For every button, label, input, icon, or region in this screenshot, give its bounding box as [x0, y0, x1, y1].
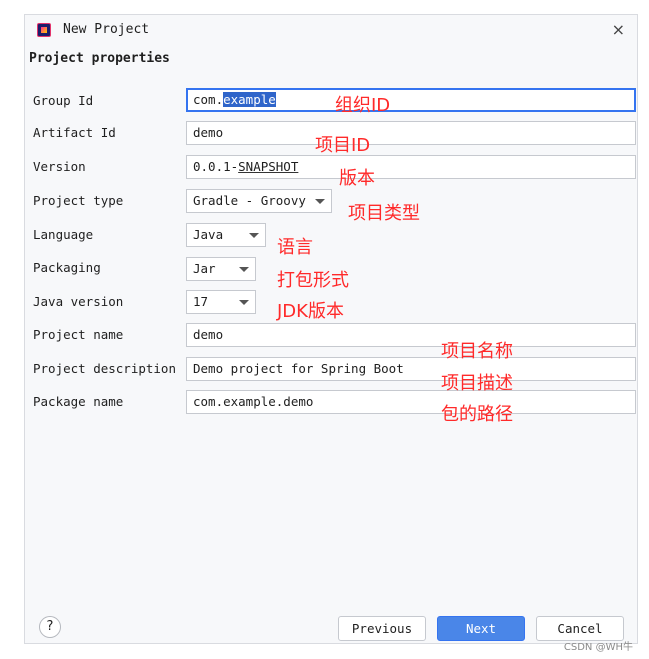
- section-title: Project properties: [29, 51, 170, 66]
- annotation-language: 语言: [277, 237, 313, 258]
- project-type-dropdown[interactable]: Gradle - Groovy: [186, 189, 332, 213]
- artifact-id-input[interactable]: demo: [186, 121, 636, 145]
- close-icon[interactable]: ×: [612, 20, 625, 39]
- project-type-value: Gradle - Groovy: [193, 193, 306, 208]
- group-id-selected-text: example: [223, 92, 276, 107]
- help-icon[interactable]: ?: [39, 616, 61, 638]
- packaging-dropdown[interactable]: Jar: [186, 257, 256, 281]
- annotation-project-description: 项目描述: [441, 373, 513, 394]
- java-version-value: 17: [193, 294, 209, 309]
- annotation-java-version: JDK版本: [277, 301, 344, 322]
- version-label: Version: [33, 159, 86, 174]
- group-id-label: Group Id: [33, 93, 94, 108]
- project-type-label: Project type: [33, 193, 124, 208]
- group-id-value-prefix: com.: [193, 92, 224, 107]
- chevron-down-icon: [239, 300, 249, 305]
- next-button[interactable]: Next: [437, 616, 525, 641]
- java-version-label: Java version: [33, 294, 124, 309]
- intellij-app-icon: [37, 23, 51, 37]
- title-bar: New Project ×: [25, 15, 637, 45]
- annotation-packaging: 打包形式: [277, 270, 349, 291]
- annotation-artifact-id: 项目ID: [315, 135, 371, 156]
- project-description-input[interactable]: Demo project for Spring Boot: [186, 357, 636, 381]
- previous-button[interactable]: Previous: [338, 616, 426, 641]
- chevron-down-icon: [239, 267, 249, 272]
- group-id-input[interactable]: com.example: [186, 88, 636, 112]
- language-label: Language: [33, 227, 94, 242]
- version-input[interactable]: 0.0.1-SNAPSHOT: [186, 155, 636, 179]
- watermark: CSDN @WH牛: [563, 642, 633, 653]
- java-version-dropdown[interactable]: 17: [186, 290, 256, 314]
- new-project-dialog: New Project × Project properties Group I…: [24, 14, 638, 644]
- project-description-label: Project description: [33, 361, 176, 376]
- chevron-down-icon: [249, 233, 259, 238]
- language-dropdown[interactable]: Java: [186, 223, 266, 247]
- project-name-label: Project name: [33, 327, 124, 342]
- annotation-project-name: 项目名称: [441, 341, 513, 362]
- version-value-suffix: SNAPSHOT: [238, 159, 299, 174]
- version-value-prefix: 0.0.1-: [193, 159, 239, 174]
- artifact-id-label: Artifact Id: [33, 125, 116, 140]
- package-name-label: Package name: [33, 394, 124, 409]
- annotation-group-id: 组织ID: [335, 95, 391, 116]
- packaging-value: Jar: [193, 261, 216, 276]
- annotation-project-type: 项目类型: [348, 203, 420, 224]
- packaging-label: Packaging: [33, 260, 101, 275]
- project-name-input[interactable]: demo: [186, 323, 636, 347]
- package-name-input[interactable]: com.example.demo: [186, 390, 636, 414]
- language-value: Java: [193, 227, 224, 242]
- annotation-version: 版本: [339, 168, 375, 189]
- annotation-package-name: 包的路径: [441, 404, 513, 425]
- window-title: New Project: [63, 22, 150, 37]
- chevron-down-icon: [315, 199, 325, 204]
